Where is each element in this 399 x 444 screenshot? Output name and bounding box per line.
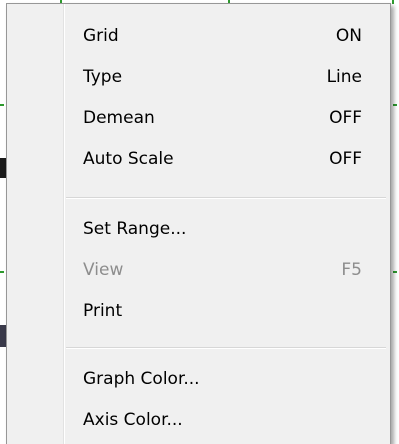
menu-item-label: Grid [83, 26, 119, 46]
menu-item-label: Type [83, 67, 123, 87]
grid-tick-right-2 [393, 271, 397, 273]
menu-item-auto-scale[interactable]: Auto Scale OFF [11, 141, 386, 179]
menu-item-type[interactable]: Type Line [11, 59, 386, 97]
menu-item-view[interactable]: View F5 [11, 252, 386, 290]
menu-item-label: Axis Color... [83, 410, 183, 430]
menu-separator [66, 197, 386, 199]
grid-tick-left-1 [0, 104, 4, 106]
menu-item-label: Graph Color... [83, 369, 200, 389]
menu-item-label: Print [83, 301, 123, 321]
menu-item-grid[interactable]: Grid ON [11, 18, 386, 56]
menu-item-graph-color[interactable]: Graph Color... [11, 361, 386, 399]
menu-item-label: View [83, 260, 124, 280]
menu-item-value: Line [326, 67, 362, 87]
menu-item-value: OFF [329, 108, 362, 128]
context-menu: Grid ON Type Line Demean OFF Auto Scale … [6, 3, 391, 444]
menu-item-axis-color[interactable]: Axis Color... [11, 402, 386, 440]
menu-item-label: Auto Scale [83, 149, 174, 169]
menu-item-shortcut: F5 [341, 260, 362, 280]
menu-item-print[interactable]: Print [11, 293, 386, 331]
menu-item-label: Demean [83, 108, 155, 128]
menu-item-value: OFF [329, 149, 362, 169]
grid-tick-left-2 [0, 271, 4, 273]
menu-item-value: ON [335, 26, 362, 46]
menu-item-set-range[interactable]: Set Range... [11, 211, 386, 249]
menu-separator [66, 347, 386, 349]
menu-item-label: Set Range... [83, 219, 187, 239]
grid-tick-right-1 [393, 104, 397, 106]
grid-tick-top-right [392, 0, 394, 4]
menu-item-demean[interactable]: Demean OFF [11, 100, 386, 138]
